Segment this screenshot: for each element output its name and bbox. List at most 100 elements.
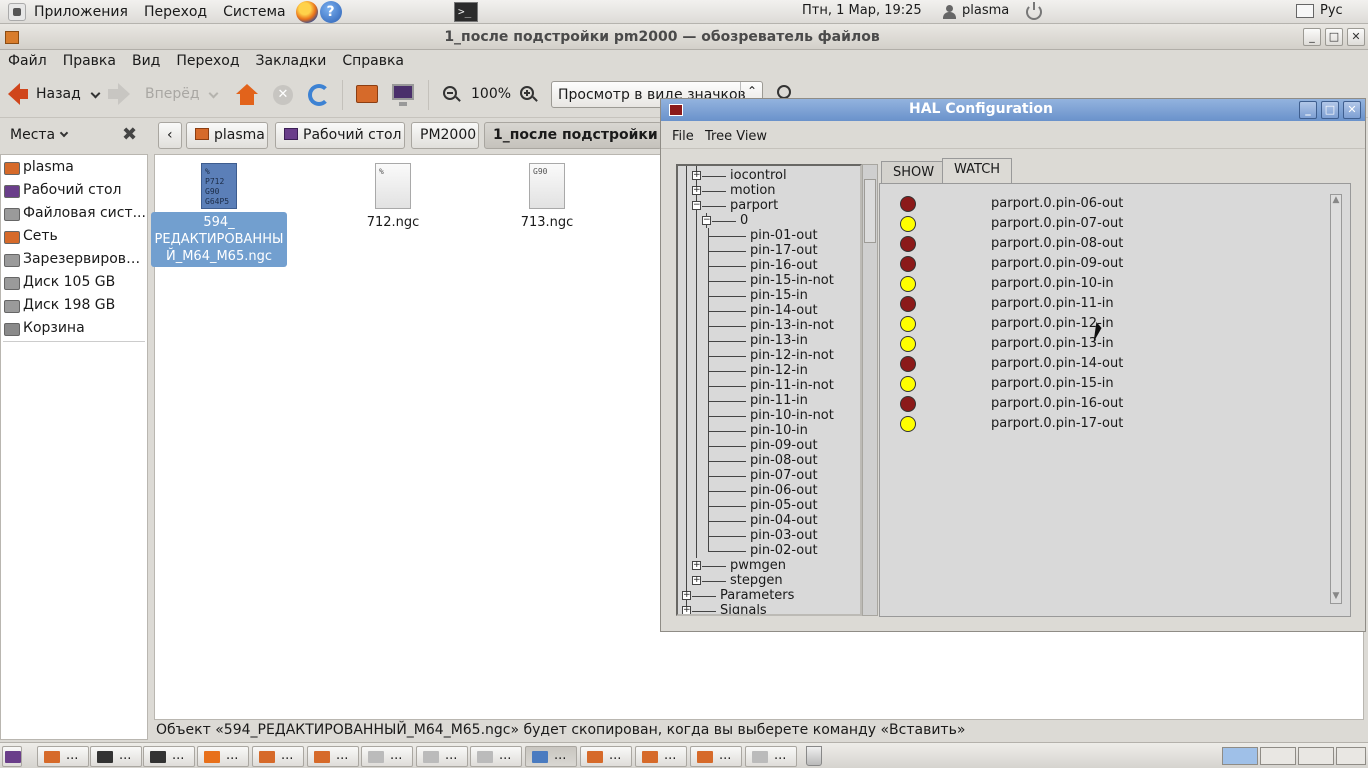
file-icon[interactable]: % P712 G90 G64P5 (201, 163, 237, 209)
sidebar-item[interactable]: Корзина (23, 320, 147, 336)
tree-node[interactable]: pin-15-in (750, 288, 808, 303)
places-selector[interactable]: Места (10, 127, 69, 143)
workspace-4[interactable] (1336, 747, 1366, 765)
tree-node[interactable]: pin-08-out (750, 453, 818, 468)
tree-node[interactable]: pin-02-out (750, 543, 818, 558)
watch-pin-name[interactable]: parport.0.pin-10-in (991, 276, 1114, 291)
tree-node[interactable]: Parameters (720, 588, 794, 603)
back-arrow-icon[interactable] (8, 83, 28, 105)
hal-maximize-button[interactable]: □ (1321, 101, 1339, 119)
taskbar-window-button[interactable]: ... (361, 746, 413, 767)
close-sidebar-icon[interactable]: ✖ (122, 124, 137, 145)
tree-node[interactable]: pin-10-in-not (750, 408, 834, 423)
taskbar-window-button[interactable]: ... (90, 746, 142, 767)
taskbar-window-button[interactable]: ... (416, 746, 468, 767)
hal-menu-file[interactable]: File (672, 129, 694, 144)
sidebar-item[interactable]: Зарезервирова... (23, 251, 147, 267)
taskbar-window-button[interactable]: ... (525, 746, 577, 767)
clock[interactable]: Птн, 1 Мар, 19:25 (802, 3, 922, 18)
watch-pin-name[interactable]: parport.0.pin-17-out (991, 416, 1123, 431)
hal-menu-tree-view[interactable]: Tree View (705, 129, 767, 144)
tree-node[interactable]: pin-14-out (750, 303, 818, 318)
maximize-button[interactable]: □ (1325, 28, 1343, 46)
back-button[interactable]: Назад (36, 86, 81, 102)
workspace-1[interactable] (1222, 747, 1258, 765)
tree-node[interactable]: iocontrol (730, 168, 787, 183)
file-icon[interactable]: % (375, 163, 411, 209)
sidebar-item[interactable]: Диск 105 GB (23, 274, 147, 290)
watch-pin-name[interactable]: parport.0.pin-07-out (991, 216, 1123, 231)
hal-tree[interactable]: + iocontrol + motion − parport −0 pin-01-out pin… (676, 164, 862, 616)
tree-node[interactable]: pin-04-out (750, 513, 818, 528)
tree-node[interactable]: Signals (720, 603, 767, 614)
path-button-desktop[interactable]: Рабочий стол (275, 122, 405, 149)
sidebar-item[interactable]: plasma (23, 159, 147, 175)
close-button[interactable]: ✕ (1347, 28, 1365, 46)
watch-pin-name[interactable]: parport.0.pin-11-in (991, 296, 1114, 311)
expand-icon[interactable]: + (692, 186, 701, 195)
path-button-pm2000[interactable]: PM2000 (411, 122, 479, 149)
menu-applications[interactable]: Приложения (26, 4, 136, 20)
tree-node[interactable]: pin-11-in-not (750, 378, 834, 393)
hal-close-button[interactable]: ✕ (1343, 101, 1361, 119)
trash-icon[interactable] (806, 746, 822, 766)
expand-icon[interactable]: + (692, 561, 701, 570)
scroll-down-arrow-icon[interactable]: ▼ (1331, 591, 1341, 603)
tree-node[interactable]: pin-07-out (750, 468, 818, 483)
sidebar-item[interactable]: Рабочий стол (23, 182, 147, 198)
watch-pin-name[interactable]: parport.0.pin-15-in (991, 376, 1114, 391)
watch-pin-name[interactable]: parport.0.pin-08-out (991, 236, 1123, 251)
tree-node[interactable]: pin-16-out (750, 258, 818, 273)
tab-show[interactable]: SHOW (881, 161, 947, 183)
expand-icon[interactable]: + (692, 576, 701, 585)
path-button-plasma[interactable]: plasma (186, 122, 268, 149)
expand-icon[interactable]: + (682, 591, 691, 600)
sidebar-item[interactable]: Диск 198 GB (23, 297, 147, 313)
file-icon[interactable]: G90 (529, 163, 565, 209)
watch-pin-name[interactable]: parport.0.pin-16-out (991, 396, 1123, 411)
taskbar-window-button[interactable]: ... (745, 746, 797, 767)
tree-node[interactable]: pin-01-out (750, 228, 818, 243)
taskbar-window-button[interactable]: ... (470, 746, 522, 767)
taskbar-window-button[interactable]: ... (143, 746, 195, 767)
menu-places[interactable]: Переход (136, 4, 215, 20)
file-name[interactable]: 594_ РЕДАКТИРОВАННЫ Й_M64_M65.ngc (151, 212, 287, 267)
tree-scrollbar-thumb[interactable] (864, 179, 876, 243)
tree-node[interactable]: pin-05-out (750, 498, 818, 513)
tree-node[interactable]: pwmgen (730, 558, 786, 573)
tree-node[interactable]: pin-03-out (750, 528, 818, 543)
tree-node[interactable]: pin-11-in (750, 393, 808, 408)
watch-scrollbar[interactable]: ▲ ▼ (1330, 194, 1342, 604)
scroll-up-arrow-icon[interactable]: ▲ (1331, 195, 1341, 207)
watch-pin-name[interactable]: parport.0.pin-14-out (991, 356, 1123, 371)
taskbar-window-button[interactable]: ... (197, 746, 249, 767)
path-scroll-left-button[interactable]: ‹ (158, 122, 182, 149)
tree-node[interactable]: 0 (740, 213, 748, 228)
power-icon[interactable] (1026, 2, 1042, 20)
tree-node[interactable]: pin-10-in (750, 423, 808, 438)
expand-icon[interactable]: + (682, 606, 691, 614)
home-folder-icon[interactable] (356, 85, 378, 103)
tree-node[interactable]: pin-12-in (750, 363, 808, 378)
file-name[interactable]: 712.ngc (325, 212, 461, 233)
menu-go[interactable]: Переход (168, 53, 247, 69)
keyboard-layout-label[interactable]: Рус (1320, 3, 1343, 18)
minimize-button[interactable]: _ (1303, 28, 1321, 46)
applications-logo-icon[interactable] (8, 2, 26, 21)
tree-node[interactable]: parport (730, 198, 778, 213)
menu-edit[interactable]: Правка (55, 53, 124, 69)
menu-file[interactable]: Файл (0, 53, 55, 69)
tree-node[interactable]: motion (730, 183, 776, 198)
watch-pin-name[interactable]: parport.0.pin-06-out (991, 196, 1123, 211)
keyboard-layout-icon[interactable] (1296, 4, 1314, 18)
terminal-launcher-icon[interactable]: >_ (454, 2, 478, 22)
firefox-launcher-icon[interactable] (295, 0, 318, 23)
tree-node[interactable]: pin-12-in-not (750, 348, 834, 363)
expand-icon[interactable]: + (692, 171, 701, 180)
collapse-icon[interactable]: − (702, 216, 711, 225)
back-history-chevron-icon[interactable] (90, 88, 101, 99)
menu-view[interactable]: Вид (124, 53, 168, 69)
path-button-current[interactable]: 1_после подстройки р (484, 122, 662, 149)
sidebar-item[interactable]: Файловая сист... (23, 205, 147, 221)
zoom-in-icon[interactable] (520, 86, 534, 100)
